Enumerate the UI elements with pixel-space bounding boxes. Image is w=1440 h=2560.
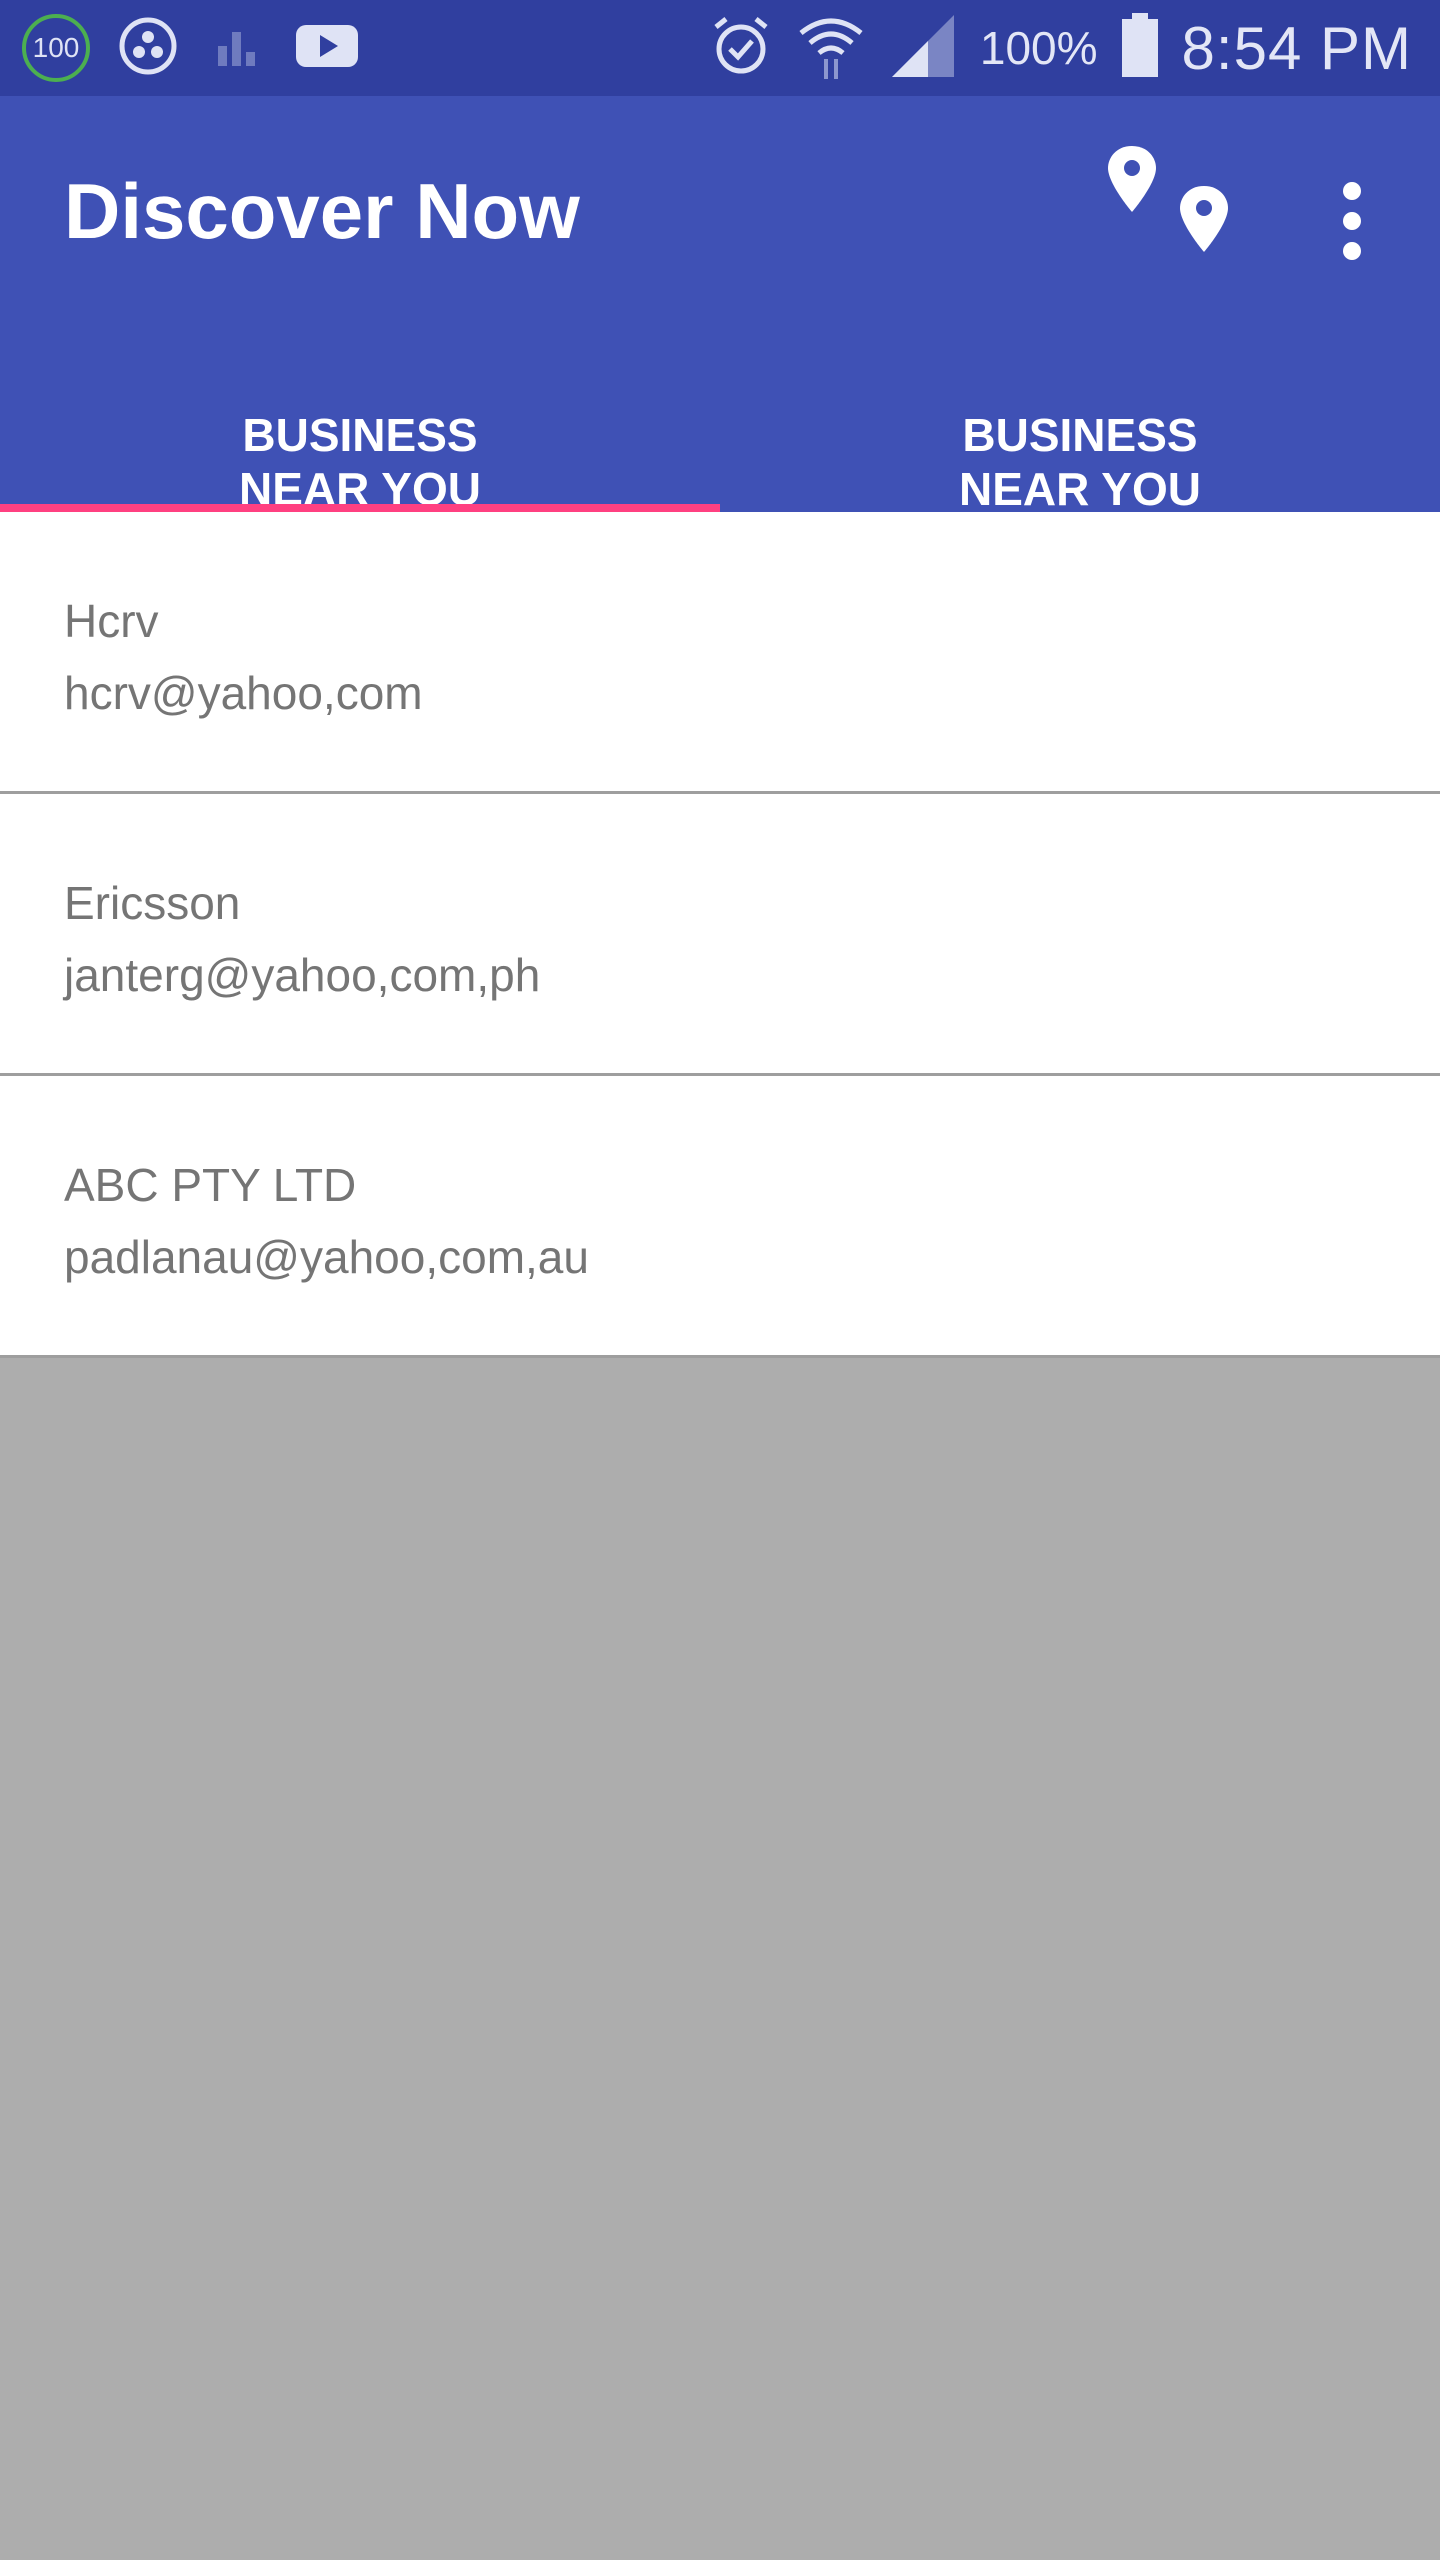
tab-label: BUSINESS NEAR YOU xyxy=(239,409,481,515)
hangouts-icon xyxy=(118,16,178,81)
map-markers-icon xyxy=(1108,146,1228,252)
business-email: padlanau@yahoo,com,au xyxy=(64,1231,589,1283)
battery-icon xyxy=(1120,12,1160,84)
notification-badge-text: 100 xyxy=(32,32,80,63)
tab-indicator xyxy=(0,504,720,512)
tab-label: BUSINESS NEAR YOU xyxy=(959,409,1201,515)
more-options-button[interactable] xyxy=(1320,166,1384,276)
youtube-icon xyxy=(294,21,360,76)
business-email: hcrv@yahoo,com xyxy=(64,667,423,719)
wifi-icon xyxy=(796,11,866,86)
more-options-icon xyxy=(1343,182,1361,200)
tab-business-near-you-1[interactable]: BUSINESS NEAR YOU xyxy=(0,346,720,515)
battery-percent: 100% xyxy=(979,22,1098,74)
tab-business-near-you-2[interactable]: BUSINESS NEAR YOU xyxy=(720,346,1440,515)
alarm-icon xyxy=(708,13,774,84)
business-name: Hcrv xyxy=(64,595,159,647)
list-item[interactable]: Ericsson janterg@yahoo,com,ph xyxy=(0,794,1440,1076)
tab-bar: BUSINESS NEAR YOU BUSINESS NEAR YOU xyxy=(0,346,1440,515)
business-list: Hcrv hcrv@yahoo,com Ericsson janterg@yah… xyxy=(0,512,1440,1358)
list-item[interactable]: ABC PTY LTD padlanau@yahoo,com,au xyxy=(0,1076,1440,1358)
list-item[interactable]: Hcrv hcrv@yahoo,com xyxy=(0,512,1440,794)
signal-icon xyxy=(888,11,958,86)
stats-icon xyxy=(206,16,266,81)
battery-saver-badge-icon: 100 xyxy=(22,14,90,82)
status-time: 8:54 PM xyxy=(1181,14,1412,82)
business-email: janterg@yahoo,com,ph xyxy=(64,949,541,1001)
business-name: Ericsson xyxy=(64,877,241,929)
status-bar: 100 100% 8:54 PM xyxy=(0,0,1440,96)
business-name: ABC PTY LTD xyxy=(64,1159,357,1211)
app-bar: Discover Now BUSINESS NEAR YOU BUSINESS … xyxy=(0,96,1440,515)
map-markers-button[interactable] xyxy=(1100,146,1230,276)
app-title: Discover Now xyxy=(64,167,580,255)
